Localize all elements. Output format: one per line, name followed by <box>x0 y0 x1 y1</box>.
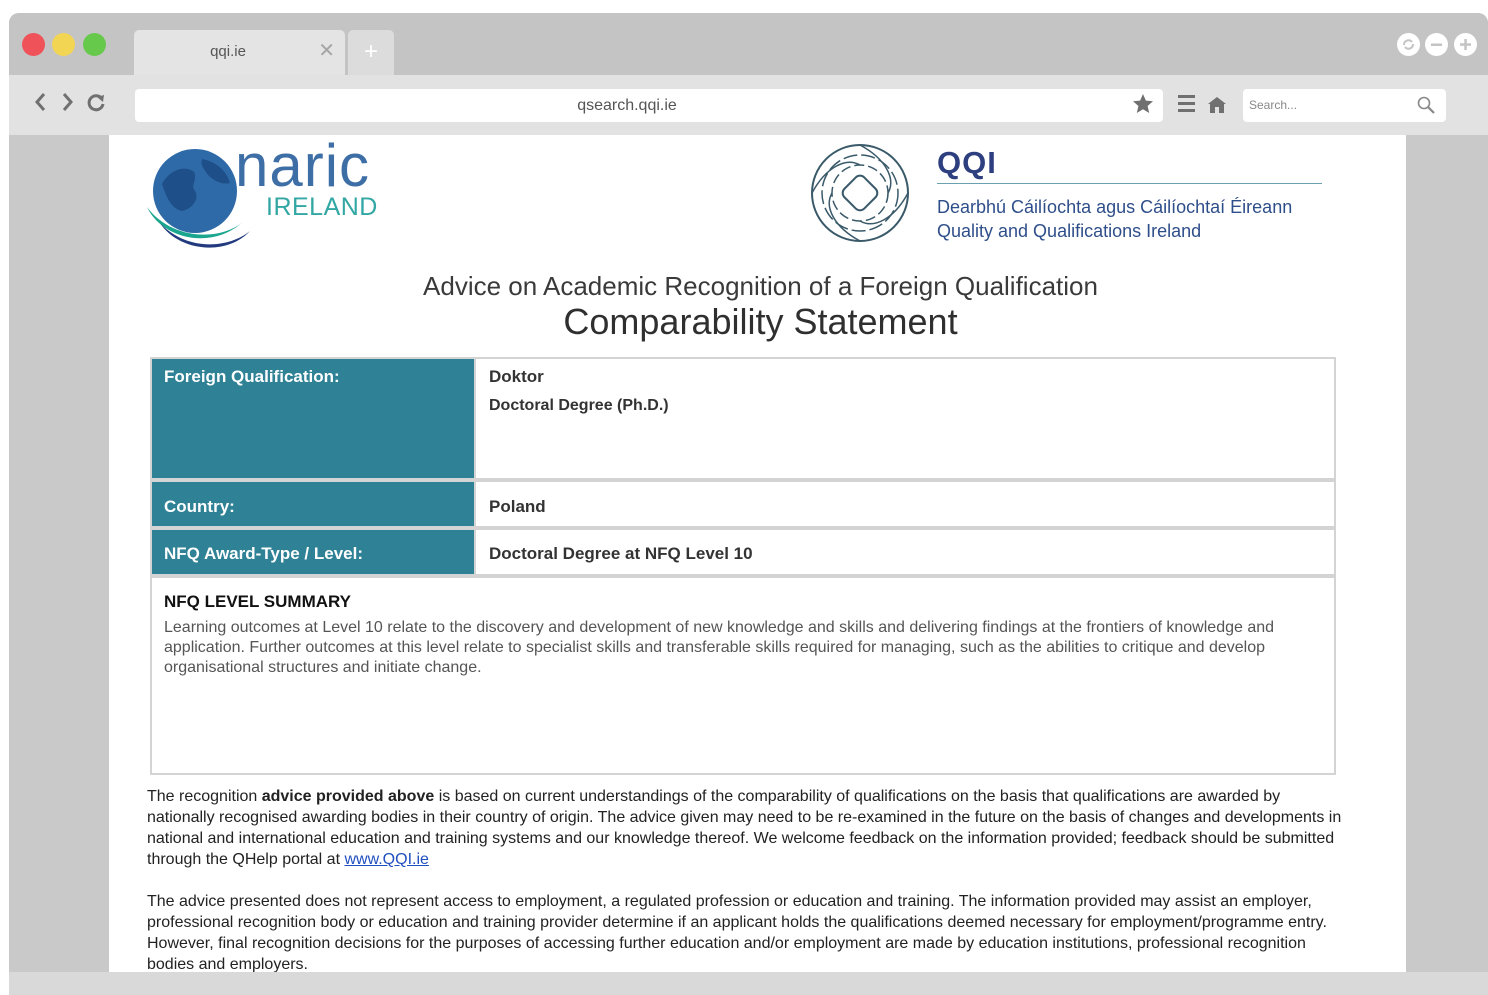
foreign-qualification-label: Foreign Qualification: <box>152 359 474 478</box>
qqi-irish-name: Dearbhú Cáilíochta agus Cáilíochtaí Éire… <box>937 197 1293 217</box>
maximize-window-button[interactable] <box>83 33 106 56</box>
foreign-qualification-value: Doktor Doctoral Degree (Ph.D.) <box>474 359 1334 478</box>
country-label: Country: <box>152 482 474 526</box>
nfq-level-value: Doctoral Degree at NFQ Level 10 <box>474 530 1334 574</box>
reload-icon[interactable] <box>85 91 107 118</box>
qualification-degree: Doctoral Degree (Ph.D.) <box>489 397 669 414</box>
comparability-table: Foreign Qualification: Doktor Doctoral D… <box>150 357 1336 775</box>
url-text: qsearch.qqi.ie <box>577 97 677 114</box>
qualification-name: Doktor <box>489 367 544 386</box>
qqi-swirl-icon <box>811 144 909 242</box>
bookmark-star-icon[interactable] <box>1131 92 1155 122</box>
page-content: naric IRELAND QQI Dearbhú Cáilíochta agu… <box>109 135 1406 972</box>
document-title: Comparability Statement <box>563 301 958 342</box>
address-bar[interactable]: qsearch.qqi.ie <box>135 89 1163 122</box>
close-window-button[interactable] <box>22 33 45 56</box>
minimize-icon[interactable] <box>1425 33 1448 56</box>
naric-wordmark: naric <box>235 135 371 199</box>
nfq-level-label: NFQ Award-Type / Level: <box>152 530 474 574</box>
restore-icon[interactable] <box>1397 33 1420 56</box>
summary-text: Learning outcomes at Level 10 relate to … <box>164 619 1275 676</box>
qqi-wordmark: QQI <box>937 145 997 180</box>
browser-window: qqi.ie ✕ + qsearch.qqi.ie Search... nari… <box>9 13 1488 995</box>
search-input[interactable] <box>1249 95 1409 115</box>
qqi-english-name: Quality and Qualifications Ireland <box>937 221 1202 241</box>
para1-text-a: The recognition <box>147 788 262 805</box>
disclaimer-paragraph: The advice presented does not represent … <box>147 893 1327 972</box>
tab-title: qqi.ie <box>210 43 246 60</box>
forward-icon[interactable] <box>61 91 75 118</box>
naric-ireland-logo[interactable]: naric IRELAND <box>142 135 382 259</box>
add-icon[interactable] <box>1454 33 1477 56</box>
browser-toolbar: qsearch.qqi.ie <box>9 75 1488 135</box>
back-icon[interactable] <box>33 91 47 118</box>
qqi-logo[interactable]: QQI Dearbhú Cáilíochta agus Cáilíochtaí … <box>806 139 1336 249</box>
new-tab-button[interactable]: + <box>348 30 394 75</box>
summary-title: NFQ LEVEL SUMMARY <box>164 592 352 611</box>
country-value: Poland <box>474 482 1334 526</box>
search-box[interactable] <box>1243 89 1446 122</box>
qqi-divider <box>937 183 1322 184</box>
document-heading: Advice on Academic Recognition of a Fore… <box>423 271 1098 301</box>
ireland-wordmark: IRELAND <box>266 193 378 221</box>
para1-bold: advice provided above <box>261 788 435 805</box>
tab-close-icon[interactable]: ✕ <box>318 41 335 61</box>
window-bottom-bar <box>9 972 1488 995</box>
nfq-level-summary: NFQ LEVEL SUMMARY Learning outcomes at L… <box>152 578 1334 773</box>
recognition-advice-paragraph: The recognition advice provided above is… <box>147 786 1347 870</box>
home-icon[interactable] <box>1206 94 1228 121</box>
qqi-website-link[interactable]: www.QQI.ie <box>344 851 428 868</box>
title-bar: qqi.ie ✕ + <box>9 13 1488 75</box>
search-icon[interactable] <box>1416 95 1436 120</box>
minimize-window-button[interactable] <box>52 33 75 56</box>
browser-tab[interactable]: qqi.ie ✕ <box>134 30 345 75</box>
menu-icon[interactable] <box>1178 95 1195 116</box>
